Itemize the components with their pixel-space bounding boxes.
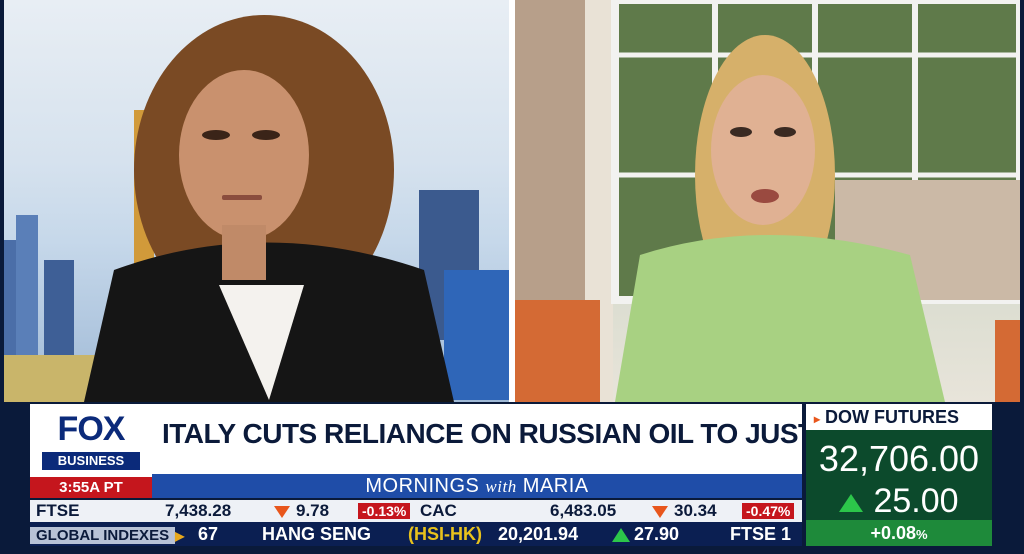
show-name-with: with [485, 477, 517, 496]
global-indexes-label: GLOBAL INDEXES ▶ [30, 523, 184, 547]
logo-business-text: BUSINESS [42, 452, 140, 470]
index-change-value: 27.90 [634, 524, 680, 544]
index-symbol: (HSI-HK) [408, 524, 482, 544]
dow-percent-box: +0.08% [806, 520, 992, 546]
ticker-value: 6,483.05 [550, 501, 617, 520]
label-arrow-icon: ▶ [175, 529, 185, 543]
show-name-part2: MARIA [522, 475, 589, 497]
headline-text: ITALY CUTS RELIANCE ON RUSSIAN OIL TO JU… [162, 418, 877, 449]
index-value: 20,201.94 [498, 524, 579, 544]
ticker-row-global: GLOBAL INDEXES ▶ 67 HANG SENG (HSI-HK) 20… [30, 522, 802, 546]
ticker-percent: -0.13% [358, 500, 411, 522]
anchor-video-frame [4, 15, 509, 402]
logo-fox-text: FOX [57, 410, 126, 448]
ticker-row-indexes: FTSE 7,438.28 9.78 -0.13% CAC 6,483.05 3… [30, 500, 802, 522]
ticker-change: 9.78 [274, 500, 329, 522]
ticker-name: CAC [420, 501, 457, 520]
ticker-name: FTSE [36, 501, 80, 520]
show-name-bar: MORNINGS with MARIA [152, 474, 802, 498]
up-arrow-icon [612, 528, 630, 543]
ticker-percent: -0.47% [742, 500, 795, 522]
down-arrow-icon [274, 505, 290, 518]
ticker-change-value: 9.78 [296, 501, 330, 520]
ticker-percent-value: -0.13% [358, 503, 411, 519]
ticker-value: 7,438.28 [165, 501, 232, 520]
dow-percent-value: +0.08 [870, 523, 916, 543]
dow-percent-sign: % [915, 527, 928, 542]
up-arrow-icon [839, 494, 864, 513]
dow-change-value: 25.00 [873, 482, 959, 520]
ticker-percent-value: -0.47% [742, 503, 795, 519]
show-name-part1: MORNINGS [365, 475, 480, 497]
ticker-change-value: 30.34 [674, 501, 717, 520]
dow-title-text: DOW FUTURES [825, 407, 960, 427]
dow-change-row: 25.00 [806, 482, 992, 521]
dow-futures-box: ▸ DOW FUTURES 32,706.00 25.00 +0.08% [806, 404, 992, 546]
time-display: 3:55A PT [30, 477, 152, 498]
dow-value: 32,706.00 [818, 438, 980, 479]
dow-title: ▸ DOW FUTURES [806, 404, 992, 430]
next-index-name: FTSE 1 [730, 524, 792, 544]
down-arrow-icon [652, 505, 668, 518]
ticker-change: 30.34 [652, 500, 717, 522]
dow-title-arrow-icon: ▸ [814, 412, 821, 426]
index-change: 27.90 [612, 523, 679, 545]
ticker-prefix-value: 67 [198, 524, 219, 544]
right-video-feed [515, 0, 1020, 402]
guest-video-frame [515, 0, 1020, 402]
global-indexes-label-text: GLOBAL INDEXES [30, 527, 176, 544]
headline-box: ITALY CUTS RELIANCE ON RUSSIAN OIL TO JU… [152, 404, 877, 474]
left-video-feed [4, 0, 509, 402]
index-name: HANG SENG [262, 524, 372, 544]
